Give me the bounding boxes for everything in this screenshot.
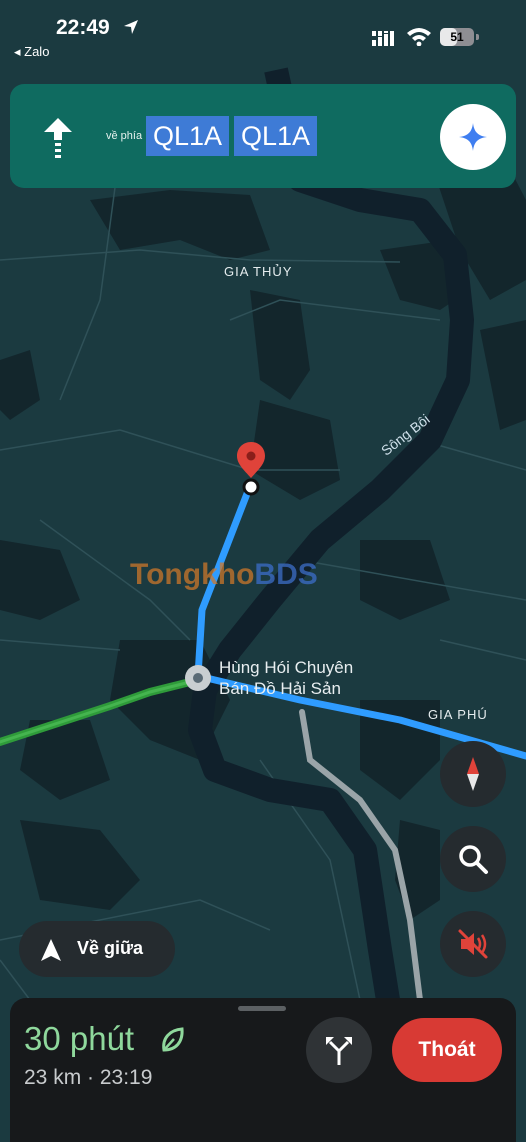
- search-button[interactable]: [440, 826, 506, 892]
- recenter-label: Về giữa: [77, 938, 144, 958]
- alternate-routes-button[interactable]: [306, 1017, 372, 1083]
- sparkle-icon: [459, 123, 487, 151]
- assistant-button[interactable]: [440, 104, 506, 170]
- exit-navigation-button[interactable]: Thoát: [392, 1018, 502, 1082]
- place-label-gia-thuy: GIA THỦY: [224, 264, 293, 279]
- poi-label[interactable]: Hùng Hói Chuyên Bán Đồ Hải Sản: [219, 657, 353, 699]
- compass-button[interactable]: [440, 741, 506, 807]
- recenter-button[interactable]: Về giữa: [19, 921, 175, 977]
- watermark: TongkhoBDS: [130, 558, 318, 592]
- toward-label: về phía: [106, 130, 143, 142]
- status-time: 22:49: [56, 16, 110, 39]
- watermark-text-bds: BDS: [254, 558, 318, 591]
- leaf-icon: [162, 1027, 184, 1052]
- road-name-chip: QL1A: [146, 116, 230, 156]
- exit-label: Thoát: [418, 1038, 476, 1061]
- trip-duration: 30 phút: [24, 1020, 135, 1057]
- navigation-arrow-icon: [41, 939, 61, 961]
- poi-label-line2: Bán Đồ Hải Sản: [219, 679, 341, 698]
- battery-level: 51: [450, 30, 464, 44]
- cellular-signal-icon: [372, 31, 394, 46]
- wifi-icon: [407, 28, 431, 46]
- straight-arrow-icon: [44, 118, 72, 158]
- battery-tip: [476, 34, 479, 40]
- watermark-text: Tongkho: [130, 558, 255, 591]
- road-name-chip: QL1A: [234, 116, 318, 156]
- status-bar: 22:49 ◂ Zalo 51: [0, 0, 526, 70]
- battery-indicator: 51: [440, 28, 474, 46]
- place-label-gia-phu: GIA PHÚ: [428, 707, 488, 722]
- drag-handle[interactable]: [238, 1006, 286, 1011]
- trip-details: 23 km · 23:19: [24, 1066, 153, 1089]
- mute-button[interactable]: [440, 911, 506, 977]
- search-icon: [459, 845, 488, 874]
- trip-summary-sheet[interactable]: 30 phút 23 km · 23:19 Thoát: [10, 998, 516, 1142]
- compass-icon: [467, 757, 479, 791]
- poi-label-line1: Hùng Hói Chuyên: [219, 658, 354, 677]
- speaker-muted-icon: [458, 929, 488, 959]
- location-arrow-icon: [124, 20, 138, 34]
- back-to-app-link[interactable]: ◂ Zalo: [14, 44, 49, 60]
- current-location-marker: [185, 665, 211, 691]
- navigation-banner[interactable]: về phía QL1A QL1A: [10, 84, 516, 188]
- route-split-icon: [326, 1037, 352, 1065]
